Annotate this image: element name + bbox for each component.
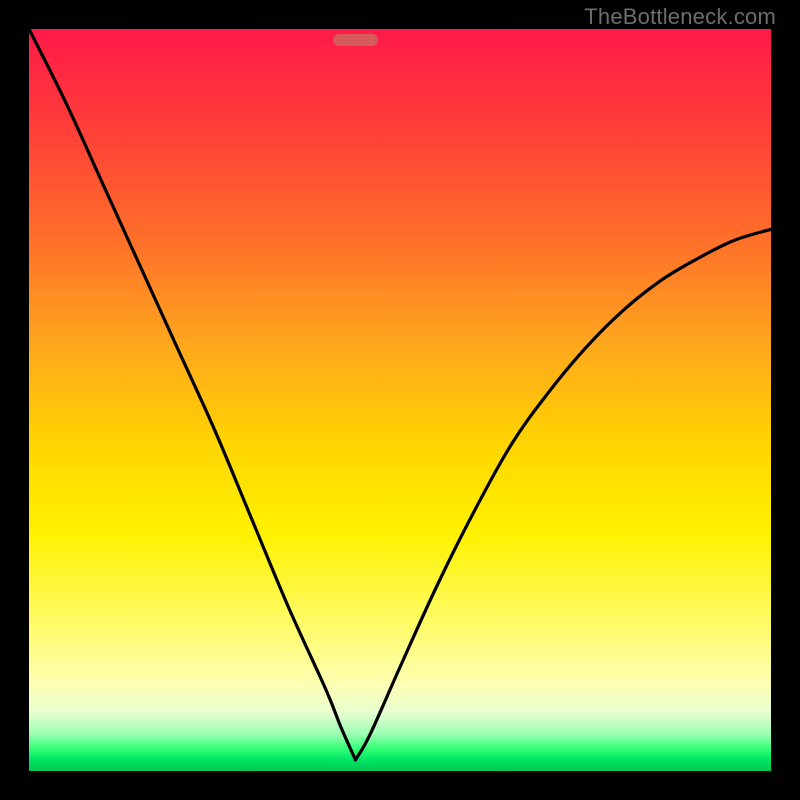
chart-figure: TheBottleneck.com [0, 0, 800, 800]
plot-area [29, 29, 771, 771]
curve-svg [29, 29, 771, 771]
watermark-text: TheBottleneck.com [584, 4, 776, 30]
curve-left-branch [29, 29, 355, 760]
notch-marker [333, 34, 378, 46]
curve-right-branch [355, 229, 771, 760]
